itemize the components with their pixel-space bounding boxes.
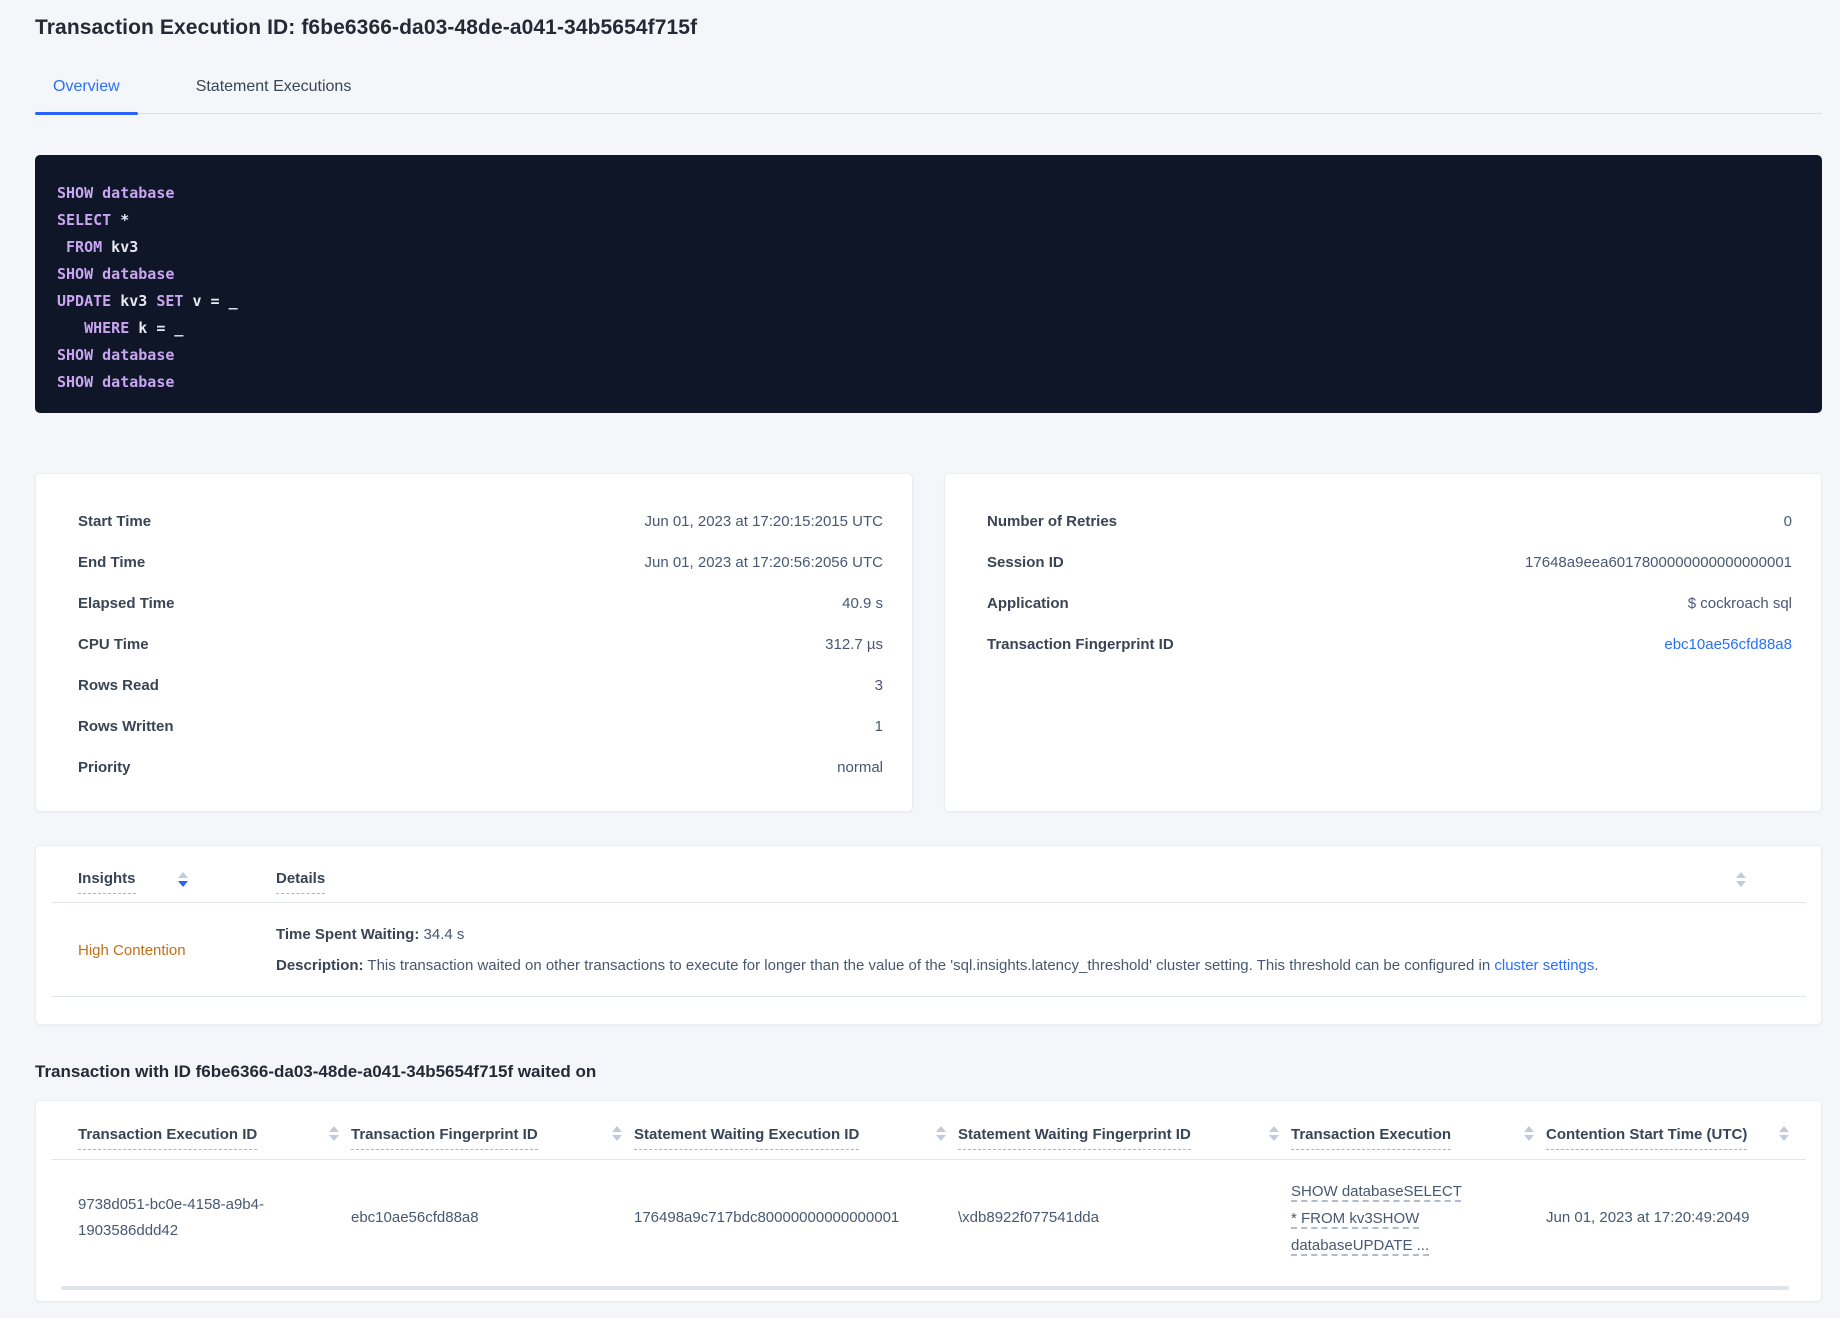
column-header-label[interactable]: Transaction Fingerprint ID bbox=[351, 1126, 538, 1150]
waited-on-heading: Transaction with ID f6be6366-da03-48de-a… bbox=[35, 1062, 597, 1081]
waited-on-table-row: 9738d051-bc0e-4158-a9b4-1903586ddd42 ebc… bbox=[36, 1160, 1821, 1272]
sql-line: SHOW database bbox=[57, 265, 175, 283]
sql-statements-box: SHOW database SELECT * FROM kv3 SHOW datab… bbox=[35, 155, 1822, 413]
sql-line: SHOW database bbox=[57, 184, 175, 202]
sql-line: FROM kv3 bbox=[66, 238, 139, 256]
sort-icon[interactable] bbox=[1779, 1126, 1789, 1147]
detail-row-application: Application $ cockroach sql bbox=[987, 583, 1792, 624]
detail-value: $ cockroach sql bbox=[1687, 595, 1792, 612]
detail-row-rows-read: Rows Read 3 bbox=[78, 665, 883, 706]
insight-type-badge: High Contention bbox=[78, 941, 186, 959]
sort-icon[interactable] bbox=[177, 871, 188, 893]
sort-icon[interactable] bbox=[1736, 872, 1746, 893]
transaction-details-page: Transaction Execution ID: f6be6366-da03-… bbox=[0, 0, 1840, 1318]
detail-row-end-time: End Time Jun 01, 2023 at 17:20:56:2056 U… bbox=[78, 542, 883, 583]
detail-value: 40.9 s bbox=[842, 595, 883, 612]
detail-label: Transaction Fingerprint ID bbox=[987, 636, 1174, 653]
sql-line: WHERE k = _ bbox=[84, 319, 184, 337]
cell-transaction-fingerprint-id: ebc10ae56cfd88a8 bbox=[351, 1209, 479, 1226]
sql-line: SHOW database bbox=[57, 373, 175, 391]
sql-line: SELECT * bbox=[57, 211, 130, 229]
insights-card: Insights Details High Contention Time Sp… bbox=[35, 845, 1822, 1025]
column-header-transaction-fingerprint-id[interactable]: Transaction Fingerprint ID bbox=[351, 1126, 634, 1150]
insights-header-label[interactable]: Insights bbox=[78, 870, 136, 894]
divider bbox=[51, 996, 1806, 997]
column-header-label[interactable]: Statement Waiting Fingerprint ID bbox=[958, 1126, 1191, 1150]
execution-details-card: Start Time Jun 01, 2023 at 17:20:15:2015… bbox=[35, 473, 913, 812]
column-header-label[interactable]: Contention Start Time (UTC) bbox=[1546, 1126, 1748, 1150]
waited-on-table-card: Transaction Execution ID Transaction Fin… bbox=[35, 1100, 1822, 1302]
detail-row-session-id: Session ID 17648a9eea6017800000000000000… bbox=[987, 542, 1792, 583]
sort-icon[interactable] bbox=[612, 1126, 622, 1147]
cell-transaction-execution: SHOW databaseSELECT * FROM kv3SHOW datab… bbox=[1291, 1178, 1546, 1259]
detail-label: Rows Written bbox=[78, 718, 174, 735]
column-header-label[interactable]: Transaction Execution ID bbox=[78, 1126, 258, 1150]
waited-on-table-header: Transaction Execution ID Transaction Fin… bbox=[36, 1101, 1821, 1150]
cluster-settings-link[interactable]: cluster settings bbox=[1494, 957, 1594, 974]
tab-bar: Overview Statement Executions bbox=[35, 77, 1822, 115]
detail-label: End Time bbox=[78, 554, 146, 571]
column-header-statement-waiting-execution-id[interactable]: Statement Waiting Execution ID bbox=[634, 1126, 958, 1150]
insight-row: High Contention Time Spent Waiting: 34.4… bbox=[36, 903, 1821, 981]
cell-statement-waiting-fingerprint-id: \xdb8922f077541dda bbox=[958, 1209, 1099, 1226]
detail-value: 0 bbox=[1783, 513, 1792, 530]
sort-icon[interactable] bbox=[936, 1126, 946, 1147]
detail-value: 312.7 µs bbox=[825, 636, 883, 653]
column-header-label[interactable]: Transaction Execution bbox=[1291, 1126, 1452, 1150]
detail-label: Number of Retries bbox=[987, 513, 1118, 530]
detail-label: Rows Read bbox=[78, 677, 159, 694]
details-column-header[interactable]: Details bbox=[276, 870, 326, 894]
cell-transaction-execution-id: 9738d051-bc0e-4158-a9b4-1903586ddd42 bbox=[78, 1196, 264, 1239]
detail-row-transaction-fingerprint-id: Transaction Fingerprint ID ebc10ae56cfd8… bbox=[987, 624, 1792, 665]
detail-value: 17648a9eea6017800000000000000001 bbox=[1525, 554, 1792, 571]
detail-row-start-time: Start Time Jun 01, 2023 at 17:20:15:2015… bbox=[78, 501, 883, 542]
detail-value: Jun 01, 2023 at 17:20:15:2015 UTC bbox=[644, 513, 883, 530]
cell-contention-start-time: Jun 01, 2023 at 17:20:49:2049 bbox=[1546, 1209, 1750, 1226]
insight-description: Description: This transaction waited on … bbox=[276, 950, 1771, 981]
sort-icon[interactable] bbox=[1269, 1126, 1279, 1147]
description-end: . bbox=[1594, 957, 1599, 974]
column-header-statement-waiting-fingerprint-id[interactable]: Statement Waiting Fingerprint ID bbox=[958, 1126, 1291, 1150]
details-header-label[interactable]: Details bbox=[276, 870, 326, 894]
cell-statement-waiting-execution-id: 176498a9c717bdc80000000000000001 bbox=[634, 1209, 900, 1226]
column-header-transaction-execution[interactable]: Transaction Execution bbox=[1291, 1126, 1546, 1150]
detail-label: Application bbox=[987, 595, 1069, 612]
detail-value: 3 bbox=[874, 677, 883, 694]
time-spent-waiting-value: 34.4 s bbox=[419, 926, 465, 943]
detail-row-elapsed-time: Elapsed Time 40.9 s bbox=[78, 583, 883, 624]
description-text: This transaction waited on other transac… bbox=[363, 957, 1495, 974]
detail-label: CPU Time bbox=[78, 636, 149, 653]
detail-row-number-of-retries: Number of Retries 0 bbox=[987, 501, 1792, 542]
column-header-transaction-execution-id[interactable]: Transaction Execution ID bbox=[78, 1126, 351, 1150]
insights-table-header: Insights Details bbox=[36, 846, 1821, 894]
description-label: Description: bbox=[276, 957, 364, 974]
detail-value: Jun 01, 2023 at 17:20:56:2056 UTC bbox=[644, 554, 883, 571]
column-header-contention-start-time[interactable]: Contention Start Time (UTC) bbox=[1546, 1126, 1801, 1150]
horizontal-scrollbar[interactable] bbox=[61, 1286, 1789, 1290]
tab-overview[interactable]: Overview bbox=[35, 77, 138, 115]
detail-label: Priority bbox=[78, 759, 131, 776]
detail-value: 1 bbox=[874, 718, 883, 735]
detail-row-priority: Priority normal bbox=[78, 747, 883, 788]
transaction-execution-statement-link[interactable]: SHOW databaseSELECT * FROM kv3SHOW datab… bbox=[1291, 1178, 1466, 1259]
page-title: Transaction Execution ID: f6be6366-da03-… bbox=[35, 16, 698, 39]
session-details-card: Number of Retries 0 Session ID 17648a9ee… bbox=[944, 473, 1822, 812]
transaction-fingerprint-link[interactable]: ebc10ae56cfd88a8 bbox=[1664, 636, 1792, 653]
detail-row-cpu-time: CPU Time 312.7 µs bbox=[78, 624, 883, 665]
detail-row-rows-written: Rows Written 1 bbox=[78, 706, 883, 747]
sql-line: SHOW database bbox=[57, 346, 175, 364]
insights-column-header[interactable]: Insights bbox=[78, 870, 276, 894]
tab-statement-executions[interactable]: Statement Executions bbox=[178, 77, 370, 113]
time-spent-waiting: Time Spent Waiting: 34.4 s bbox=[276, 919, 1771, 950]
time-spent-waiting-label: Time Spent Waiting: bbox=[276, 926, 420, 943]
sort-icon[interactable] bbox=[329, 1126, 339, 1147]
sort-icon[interactable] bbox=[1524, 1126, 1534, 1147]
column-header-label[interactable]: Statement Waiting Execution ID bbox=[634, 1126, 860, 1150]
detail-value: normal bbox=[837, 759, 883, 776]
sql-line: UPDATE kv3 SET v = _ bbox=[57, 292, 238, 310]
detail-label: Session ID bbox=[987, 554, 1064, 571]
detail-label: Start Time bbox=[78, 513, 152, 530]
detail-label: Elapsed Time bbox=[78, 595, 175, 612]
insight-details: Time Spent Waiting: 34.4 s Description: … bbox=[276, 919, 1771, 981]
